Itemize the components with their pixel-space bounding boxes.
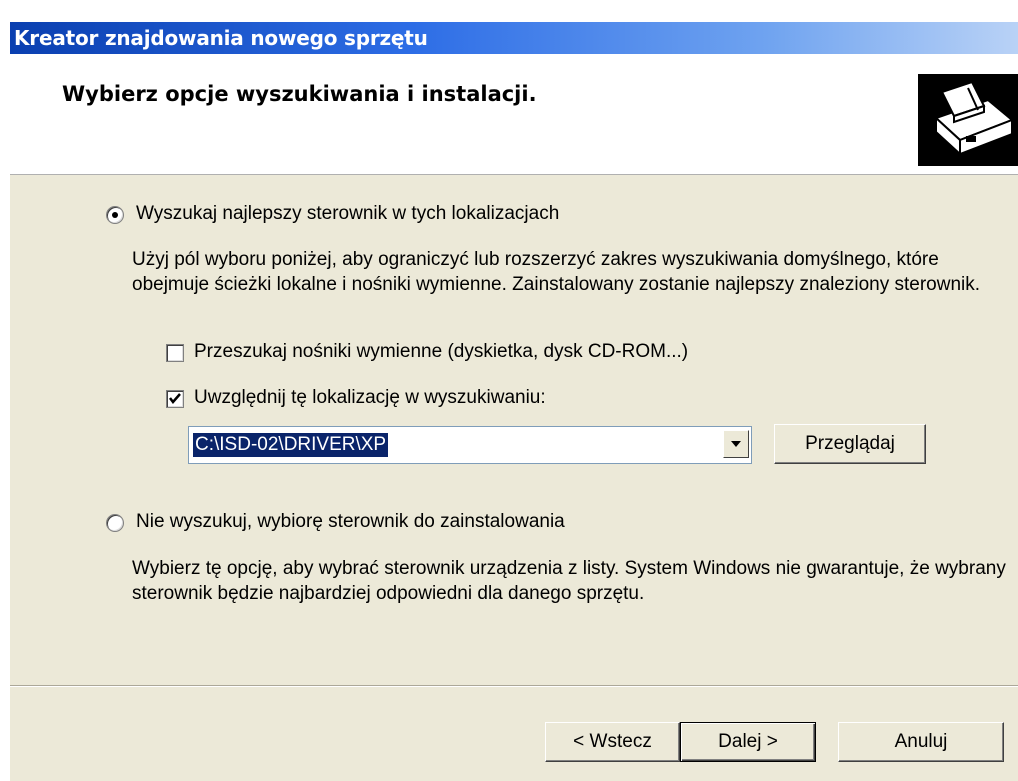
- cancel-button[interactable]: Anuluj: [838, 722, 1004, 762]
- page-heading: Wybierz opcje wyszukiwania i instalacji.: [62, 82, 537, 106]
- search-radio-label[interactable]: Wyszukaj najlepszy sterownik w tych loka…: [136, 203, 559, 225]
- browse-button[interactable]: Przeglądaj: [774, 424, 926, 464]
- removable-media-checkbox[interactable]: [166, 344, 184, 362]
- chevron-down-icon: [731, 441, 741, 447]
- window-title: Kreator znajdowania nowego sprzętu: [14, 26, 428, 50]
- wizard-header: Wybierz opcje wyszukiwania i instalacji.: [10, 54, 1018, 175]
- back-button[interactable]: < Wstecz: [545, 722, 680, 762]
- include-location-checkbox[interactable]: [166, 390, 184, 408]
- location-combobox[interactable]: C:\ISD-02\DRIVER\XP: [188, 426, 752, 464]
- checkmark-icon: [169, 393, 181, 404]
- manual-radio[interactable]: [106, 514, 124, 532]
- location-path-value: C:\ISD-02\DRIVER\XP: [193, 433, 389, 457]
- next-button[interactable]: Dalej >: [680, 722, 816, 762]
- combobox-dropdown-button[interactable]: [723, 430, 749, 458]
- include-location-label[interactable]: Uwzględnij tę lokalizację w wyszukiwaniu…: [194, 387, 546, 409]
- hardware-icon: [918, 74, 1018, 166]
- search-radio[interactable]: [106, 206, 124, 224]
- manual-description: Wybierz tę opcję, aby wybrać sterownik u…: [132, 558, 1006, 604]
- title-bar[interactable]: Kreator znajdowania nowego sprzętu: [10, 22, 1018, 54]
- search-description: Użyj pól wyboru poniżej, aby ograniczyć …: [132, 249, 981, 295]
- radio-selected-dot: [112, 212, 118, 218]
- manual-radio-label[interactable]: Nie wyszukuj, wybiorę sterownik do zains…: [136, 511, 565, 533]
- removable-media-label[interactable]: Przeszukaj nośniki wymienne (dyskietka, …: [194, 341, 688, 363]
